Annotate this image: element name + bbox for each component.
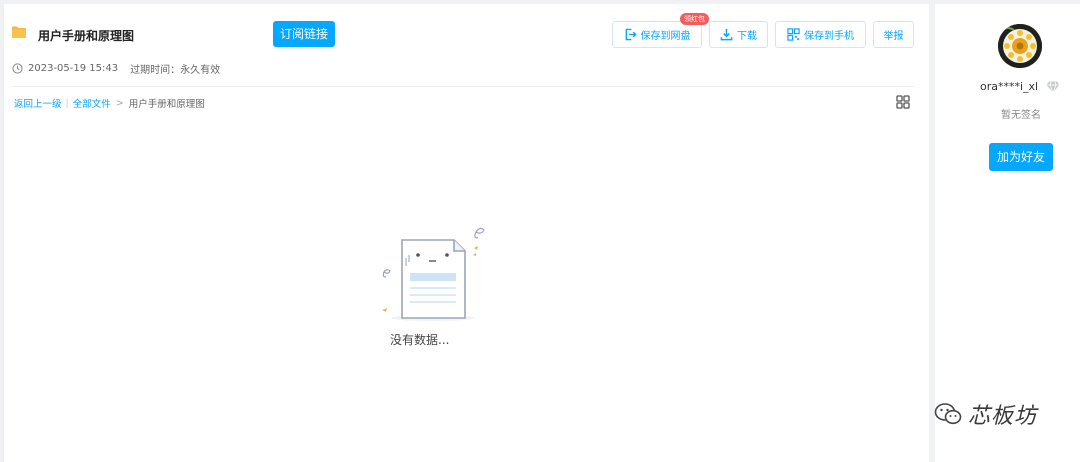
breadcrumb-current: 用户手册和原理图	[128, 99, 205, 110]
wechat-icon	[934, 403, 962, 425]
save-to-phone-label: 保存到手机	[804, 31, 854, 42]
subscribe-link-button[interactable]: 订阅链接	[273, 21, 335, 47]
empty-document-icon	[382, 227, 485, 321]
expiry-text: 过期时间：永久有效	[130, 65, 221, 76]
breadcrumb-arrow: >	[115, 97, 124, 109]
profile-panel	[935, 4, 1080, 462]
clock-icon	[12, 63, 23, 74]
profile-username: ora****i_xl	[980, 80, 1039, 93]
profile-signature: 暂无签名	[1001, 110, 1041, 121]
save-to-phone-button[interactable]: 保存到手机	[775, 21, 866, 48]
red-packet-badge: 领红包	[680, 13, 709, 25]
empty-state-text: 没有数据...	[390, 333, 450, 347]
share-datetime: 2023-05-19 15:43	[28, 63, 119, 74]
share-meta: 2023-05-19 15:43 过期时间：永久有效	[12, 61, 220, 76]
add-friend-button[interactable]: 加为好友	[989, 143, 1053, 171]
breadcrumb-all-files-link[interactable]: 全部文件	[73, 96, 111, 110]
breadcrumb: 返回上一级 | 全部文件 > 用户手册和原理图	[14, 96, 205, 111]
diamond-icon	[1046, 81, 1060, 93]
download-label: 下载	[737, 31, 757, 42]
avatar[interactable]	[998, 24, 1042, 68]
report-label: 举报	[883, 31, 904, 42]
header-divider	[12, 86, 914, 87]
download-icon	[720, 28, 733, 41]
report-button[interactable]: 举报	[873, 21, 914, 48]
qr-code-icon	[787, 28, 800, 41]
watermark-text: 芯板坊	[968, 404, 1038, 429]
save-to-cloud-icon	[625, 28, 637, 41]
save-to-cloud-button[interactable]: 保存到网盘	[612, 21, 702, 48]
folder-icon	[12, 26, 26, 38]
page-title: 用户手册和原理图	[38, 29, 135, 43]
watermark: 芯板坊	[934, 398, 1037, 430]
save-to-cloud-label: 保存到网盘	[640, 31, 691, 42]
download-button[interactable]: 下载	[709, 21, 768, 48]
breadcrumb-back-link[interactable]: 返回上一级	[14, 96, 62, 110]
grid-view-icon[interactable]	[896, 95, 910, 109]
breadcrumb-separator: |	[65, 97, 69, 109]
